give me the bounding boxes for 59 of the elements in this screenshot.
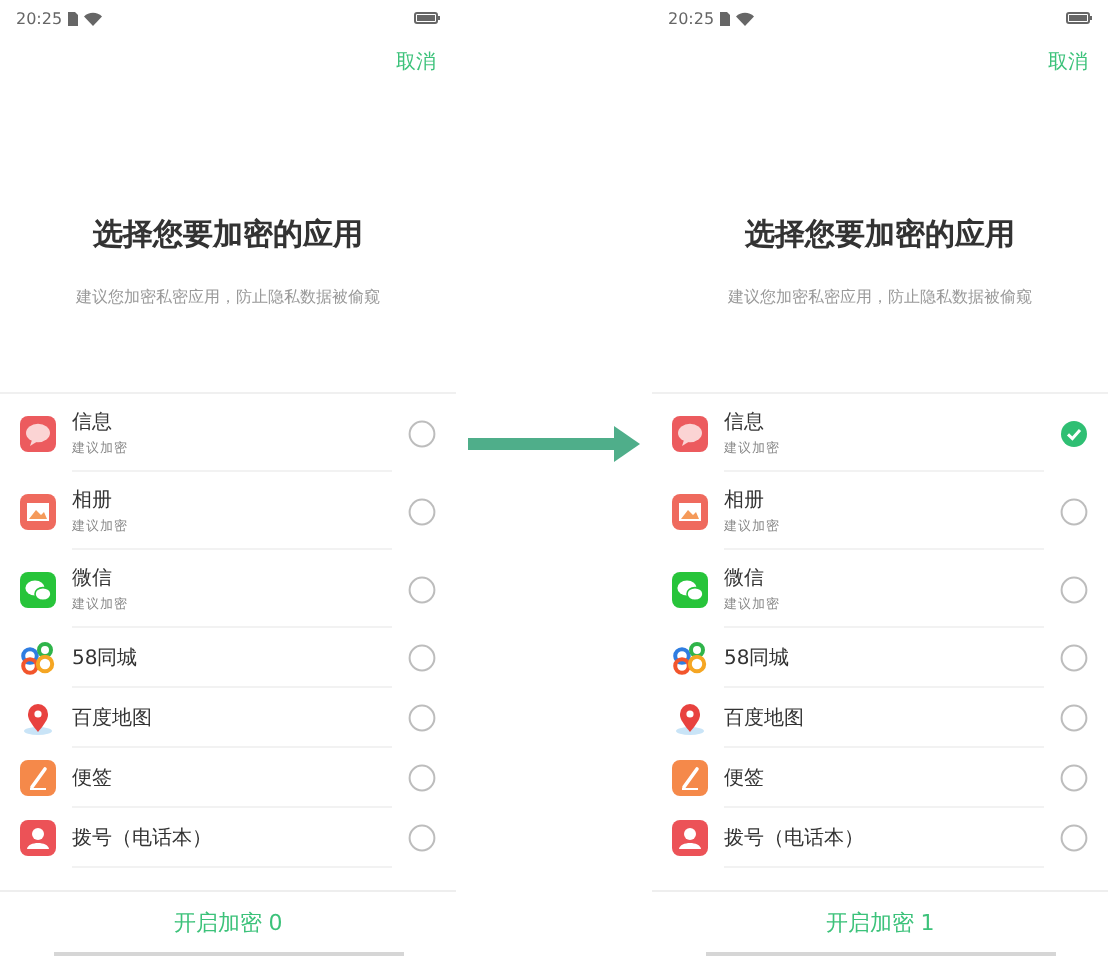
app-name: 拨号（电话本） — [72, 825, 214, 851]
person-icon — [20, 820, 56, 856]
chat-bubble-icon — [672, 415, 708, 451]
logo-icon — [672, 640, 708, 676]
app-name: 便签 — [724, 765, 766, 791]
radio-button[interactable] — [1060, 824, 1088, 852]
radio-button[interactable] — [408, 824, 436, 852]
enable-encryption-button[interactable]: 开启加密 1 — [817, 903, 943, 941]
person-icon — [672, 820, 708, 856]
arrow-icon — [468, 426, 640, 462]
page-subtitle: 建议您加密私密应用，防止隐私数据被偷窥 — [726, 286, 1034, 308]
radio-button[interactable] — [408, 704, 436, 732]
pencil-icon — [672, 760, 708, 796]
radio-button[interactable] — [1060, 644, 1088, 672]
wifi-icon — [736, 11, 755, 25]
cancel-button[interactable]: 取消 — [1048, 48, 1088, 76]
app-name: 相册 — [724, 487, 766, 513]
radio-button[interactable] — [408, 644, 436, 672]
app-name: 58同城 — [724, 645, 792, 671]
cancel-button[interactable]: 取消 — [396, 48, 436, 76]
page-title: 选择您要加密的应用 — [91, 216, 365, 254]
checked-radio[interactable] — [1060, 419, 1088, 447]
app-name: 信息 — [72, 409, 114, 435]
page-title: 选择您要加密的应用 — [743, 216, 1017, 254]
radio-button[interactable] — [408, 497, 436, 525]
sim-card-icon — [720, 11, 731, 25]
chat-bubble-icon — [20, 415, 56, 451]
photo-icon — [672, 493, 708, 529]
radio-button[interactable] — [408, 764, 436, 792]
app-name: 百度地图 — [724, 705, 806, 731]
app-name: 微信 — [724, 565, 766, 591]
app-name: 便签 — [72, 765, 114, 791]
radio-button[interactable] — [1060, 497, 1088, 525]
app-name: 信息 — [724, 409, 766, 435]
app-name: 百度地图 — [72, 705, 154, 731]
photo-icon — [20, 493, 56, 529]
chat-bubbles-icon — [20, 571, 56, 607]
map-pin-icon — [672, 700, 708, 736]
chat-bubbles-icon — [672, 571, 708, 607]
wifi-icon — [84, 11, 103, 25]
radio-button[interactable] — [1060, 575, 1088, 603]
page-subtitle: 建议您加密私密应用，防止隐私数据被偷窥 — [74, 286, 382, 308]
app-name: 58同城 — [72, 645, 140, 671]
map-pin-icon — [20, 700, 56, 736]
app-name: 相册 — [72, 487, 114, 513]
status-time: 20:25 — [668, 9, 715, 27]
pencil-icon — [20, 760, 56, 796]
radio-button[interactable] — [408, 419, 436, 447]
radio-button[interactable] — [1060, 764, 1088, 792]
status-time: 20:25 — [16, 9, 63, 27]
app-name: 微信 — [72, 565, 114, 591]
app-name: 拨号（电话本） — [724, 825, 866, 851]
sim-card-icon — [68, 11, 79, 25]
radio-button[interactable] — [1060, 704, 1088, 732]
logo-icon — [20, 640, 56, 676]
battery-icon — [1066, 12, 1092, 24]
battery-icon — [414, 12, 440, 24]
enable-encryption-button[interactable]: 开启加密 0 — [165, 903, 291, 941]
radio-button[interactable] — [408, 575, 436, 603]
